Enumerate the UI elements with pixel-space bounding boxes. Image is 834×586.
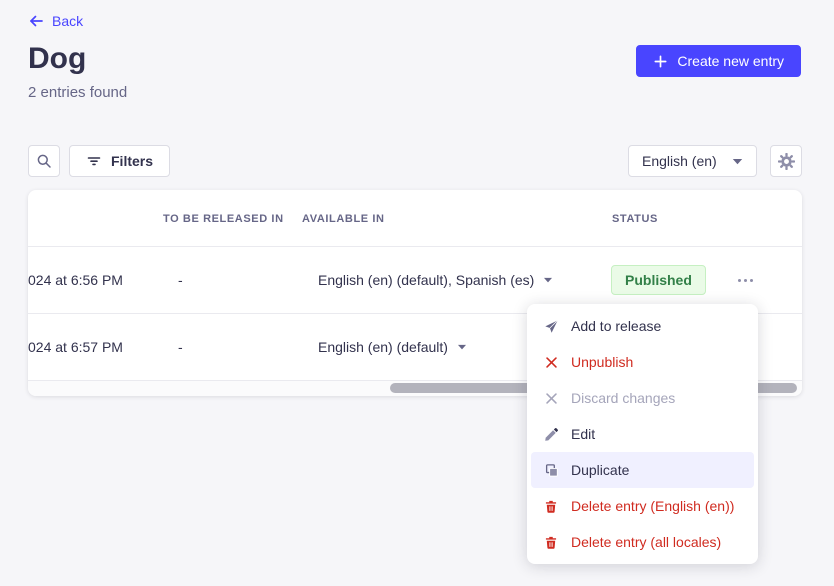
menu-item-unpublish[interactable]: Unpublish <box>531 344 754 380</box>
menu-item-discard-changes: Discard changes <box>531 380 754 416</box>
arrow-left-icon <box>28 13 44 29</box>
cell-available-in: English (en) (default), Spanish (es) <box>318 247 553 313</box>
filter-icon <box>86 153 102 169</box>
menu-item-edit[interactable]: Edit <box>531 416 754 452</box>
menu-item-label: Unpublish <box>571 354 633 370</box>
paper-plane-icon <box>543 318 559 334</box>
cell-to-be-released-in: - <box>178 247 183 313</box>
cross-icon <box>543 390 559 406</box>
column-header-to-be-released-in: TO BE RELEASED IN <box>163 190 284 247</box>
column-header-available-in: AVAILABLE IN <box>302 190 385 247</box>
duplicate-icon <box>543 462 559 478</box>
locale-select[interactable]: English (en) <box>628 145 757 177</box>
cross-icon <box>543 354 559 370</box>
filters-button[interactable]: Filters <box>69 145 170 177</box>
cell-available-in: English (en) (default) <box>318 314 467 380</box>
status-badge: Published <box>611 265 706 295</box>
back-link[interactable]: Back <box>28 13 83 29</box>
menu-item-label: Discard changes <box>571 390 675 406</box>
search-button[interactable] <box>28 145 60 177</box>
page-title: Dog <box>28 41 86 77</box>
back-label: Back <box>52 13 83 29</box>
menu-item-label: Edit <box>571 426 595 442</box>
available-in-value: English (en) (default) <box>318 339 448 355</box>
chevron-down-icon[interactable] <box>543 277 553 283</box>
filters-label: Filters <box>111 153 153 169</box>
menu-item-label: Delete entry (all locales) <box>571 534 721 550</box>
menu-item-label: Delete entry (English (en)) <box>571 498 734 514</box>
search-icon <box>36 153 52 169</box>
row-actions-menu: Add to release Unpublish Discard changes <box>527 304 758 564</box>
plus-icon <box>653 54 668 69</box>
menu-item-label: Duplicate <box>571 462 629 478</box>
trash-icon <box>543 498 559 514</box>
menu-item-duplicate[interactable]: Duplicate <box>531 452 754 488</box>
ellipsis-icon <box>738 279 753 282</box>
chevron-down-icon[interactable] <box>457 344 467 350</box>
locale-select-value: English (en) <box>642 153 717 169</box>
cell-to-be-released-in: - <box>178 314 183 380</box>
gear-icon <box>778 153 795 170</box>
toolbar: Filters English (en) <box>28 145 802 177</box>
create-new-entry-button[interactable]: Create new entry <box>636 45 801 77</box>
chevron-down-icon <box>732 158 743 165</box>
settings-button[interactable] <box>770 145 802 177</box>
menu-item-add-to-release[interactable]: Add to release <box>531 308 754 344</box>
trash-icon <box>543 534 559 550</box>
create-new-entry-label: Create new entry <box>677 53 784 69</box>
menu-item-label: Add to release <box>571 318 661 334</box>
page: Back Dog 2 entries found Create new entr… <box>0 0 834 586</box>
pencil-icon <box>543 426 559 442</box>
available-in-value: English (en) (default), Spanish (es) <box>318 272 534 288</box>
cell-updated-date: 024 at 6:56 PM <box>28 247 123 313</box>
menu-item-delete-entry-all-locales[interactable]: Delete entry (all locales) <box>531 524 754 560</box>
cell-updated-date: 024 at 6:57 PM <box>28 314 123 380</box>
entries-count: 2 entries found <box>28 84 127 101</box>
column-header-status: STATUS <box>612 190 658 247</box>
table-header-row: TO BE RELEASED IN AVAILABLE IN STATUS <box>28 190 802 247</box>
menu-item-delete-entry-locale[interactable]: Delete entry (English (en)) <box>531 488 754 524</box>
